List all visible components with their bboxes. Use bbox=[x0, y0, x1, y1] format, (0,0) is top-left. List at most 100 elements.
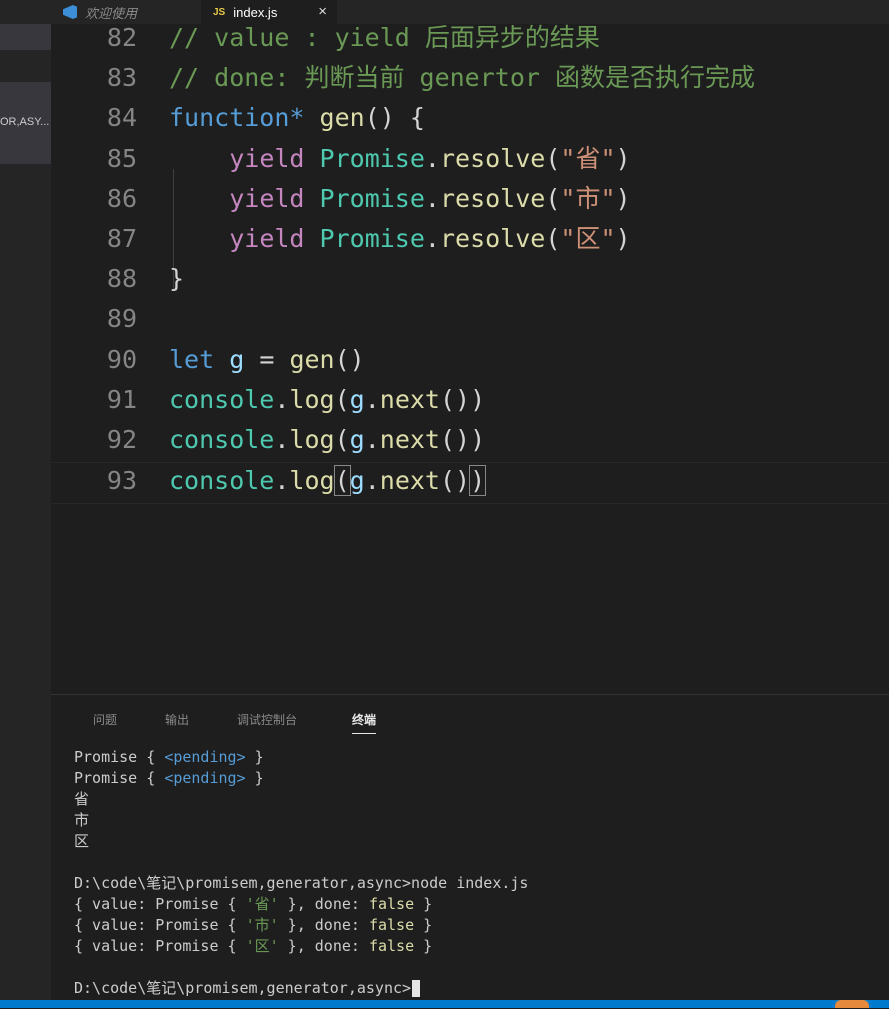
code-text: // done: 判断当前 genertor 函数是否执行完成 bbox=[169, 58, 755, 98]
code-token: g bbox=[349, 385, 365, 414]
terminal-text: }, done: bbox=[278, 937, 369, 955]
terminal-text: false bbox=[368, 916, 415, 934]
code-text: console.log(g.next()) bbox=[169, 461, 487, 501]
code-token: () bbox=[334, 345, 365, 374]
tab-problems[interactable]: 问题 bbox=[93, 711, 117, 728]
code-token: console bbox=[169, 385, 275, 414]
tab-terminal[interactable]: 终端 bbox=[352, 711, 377, 734]
code-token: g bbox=[229, 345, 245, 374]
line-number: 82 bbox=[106, 23, 137, 52]
js-file-icon: JS bbox=[213, 6, 226, 18]
code-token: g bbox=[349, 425, 365, 454]
tab-debug-console[interactable]: 调试控制台 bbox=[237, 711, 297, 728]
code-token: . bbox=[424, 224, 440, 253]
code-token: gen bbox=[289, 345, 335, 374]
code-token: "区" bbox=[560, 224, 616, 253]
code-token: = bbox=[244, 345, 290, 374]
code-token: ( bbox=[545, 184, 561, 213]
code-token: next bbox=[379, 466, 440, 495]
code-token: Promise bbox=[319, 184, 425, 213]
code-token: resolve bbox=[439, 224, 546, 253]
code-token: console bbox=[169, 466, 275, 495]
code-token: . bbox=[364, 466, 380, 495]
line-number: 84 bbox=[106, 103, 137, 132]
code-token: Promise bbox=[319, 224, 425, 253]
terminal-line: D:\code\笔记\promisem,generator,async> bbox=[74, 978, 528, 999]
line-number: 88 bbox=[106, 264, 137, 293]
terminal-output[interactable]: Promise { <pending> } Promise { <pending>… bbox=[74, 747, 528, 999]
code-token: . bbox=[274, 466, 290, 495]
terminal-text: Promise { bbox=[74, 769, 165, 787]
terminal-text: }, done: bbox=[278, 895, 369, 913]
terminal-text: } bbox=[414, 937, 433, 955]
code-token: g bbox=[349, 466, 365, 495]
tab-output[interactable]: 输出 bbox=[165, 711, 189, 728]
terminal-text: false bbox=[368, 937, 415, 955]
line-number: 90 bbox=[106, 345, 137, 374]
code-token: // done: 判断当前 genertor 函数是否执行完成 bbox=[169, 63, 755, 92]
code-token: let bbox=[169, 345, 215, 374]
code-token: Promise bbox=[319, 144, 425, 173]
code-text: function* gen() { bbox=[169, 98, 425, 138]
code-token: resolve bbox=[439, 144, 546, 173]
bottom-panel: 问题 输出 调试控制台 终端 Promise { <pending> } Prom… bbox=[51, 694, 889, 1009]
code-token: log bbox=[289, 425, 335, 454]
line-number: 91 bbox=[106, 385, 137, 414]
code-text: let g = gen() bbox=[169, 340, 365, 380]
code-token: next bbox=[379, 385, 440, 414]
code-token: . bbox=[274, 425, 290, 454]
terminal-line: { value: Promise { '区' }, done: false } bbox=[74, 936, 528, 957]
sidebar-item[interactable] bbox=[0, 24, 51, 50]
bracket-match: ) bbox=[469, 465, 487, 496]
code-text: yield Promise.resolve("省") bbox=[169, 139, 630, 179]
terminal-text: false bbox=[368, 895, 415, 913]
terminal-line: D:\code\笔记\promisem,generator,async>node… bbox=[74, 873, 528, 894]
terminal-text: D:\code\笔记\promisem,generator,async> bbox=[74, 979, 412, 997]
code-token: yield bbox=[229, 224, 305, 253]
terminal-line: 市 bbox=[74, 810, 528, 831]
code-token: function bbox=[169, 103, 290, 132]
terminal-text: 区 bbox=[74, 832, 90, 850]
terminal-text: <pending> bbox=[164, 769, 246, 787]
code-text: yield Promise.resolve("市") bbox=[169, 179, 630, 219]
code-token: * bbox=[289, 103, 320, 132]
code-token: ( bbox=[545, 224, 561, 253]
terminal-text: 省 bbox=[74, 790, 90, 808]
panel-tabs: 问题 输出 调试控制台 终端 bbox=[51, 695, 889, 735]
line-number: 92 bbox=[106, 425, 137, 454]
code-text: // value : yield 后面异步的结果 bbox=[169, 18, 600, 58]
code-text: console.log(g.next()) bbox=[169, 380, 485, 420]
notification-badge[interactable] bbox=[835, 1000, 869, 1008]
code-token: resolve bbox=[439, 184, 546, 213]
terminal-text: <pending> bbox=[164, 748, 246, 766]
terminal-line: Promise { <pending> } bbox=[74, 768, 528, 789]
code-token: console bbox=[169, 425, 275, 454]
code-text: console.log(g.next()) bbox=[169, 420, 485, 460]
code-token: . bbox=[424, 184, 440, 213]
code-token: . bbox=[424, 144, 440, 173]
line-number: 89 bbox=[106, 304, 137, 333]
code-token: . bbox=[364, 385, 380, 414]
terminal-text: } bbox=[414, 895, 433, 913]
line-number: 86 bbox=[106, 184, 137, 213]
code-token: . bbox=[364, 425, 380, 454]
code-text: yield Promise.resolve("区") bbox=[169, 219, 631, 259]
code-token: () bbox=[439, 466, 471, 495]
line-number: 83 bbox=[106, 63, 137, 92]
terminal-line: 区 bbox=[74, 831, 528, 852]
terminal-text: '省' bbox=[245, 895, 279, 913]
code-token: ) bbox=[615, 224, 631, 253]
code-token: // value : yield 后面异步的结果 bbox=[169, 23, 600, 52]
terminal-line: { value: Promise { '省' }, done: false } bbox=[74, 894, 528, 915]
code-editor[interactable]: 82 // value : yield 后面异步的结果 83 // done: 判断当… bbox=[51, 23, 889, 694]
code-token: log bbox=[289, 385, 335, 414]
terminal-line: 省 bbox=[74, 789, 528, 810]
code-token: ( bbox=[545, 144, 561, 173]
terminal-text: '区' bbox=[245, 937, 279, 955]
code-token: "市" bbox=[560, 184, 616, 213]
